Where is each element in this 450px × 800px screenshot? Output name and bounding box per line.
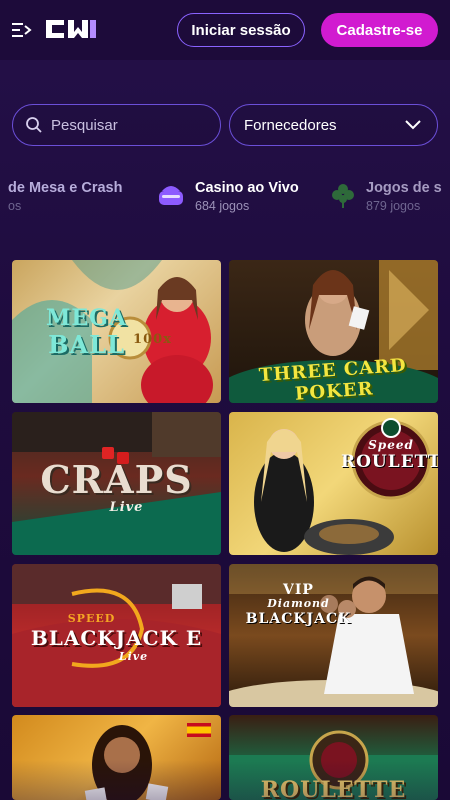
game-tile-mega-ball[interactable]: MEGA BALL 100x (12, 260, 221, 403)
game-badge: 100x (133, 332, 172, 347)
game-tile-three-card-poker[interactable]: THREE CARD POKER (229, 260, 438, 403)
game-artwork (254, 418, 431, 555)
game-tile-roulette[interactable]: ROULETTE (229, 715, 438, 800)
clover-icon (332, 184, 354, 208)
menu-arrow-icon[interactable] (12, 20, 32, 40)
game-title-3: BLACKJACK (245, 611, 352, 627)
game-subtitle: Live (118, 650, 149, 663)
game-title-2: ROULETTE (341, 452, 438, 472)
game-title: VIP (283, 582, 314, 598)
game-tile-speed-roulette[interactable]: Speed ROULETTE (229, 412, 438, 555)
game-title: Speed (368, 438, 414, 452)
spain-flag (187, 723, 211, 737)
chevron-down-icon (405, 120, 421, 130)
game-title: MEGA (46, 305, 127, 331)
game-title-2: BLACKJACK E (30, 626, 203, 650)
providers-label: Fornecedores (244, 116, 337, 134)
category-count: os (8, 198, 22, 213)
signup-button[interactable]: Cadastre-se (321, 13, 438, 47)
providers-dropdown[interactable]: Fornecedores (229, 104, 438, 146)
game-title-2: Diamond (267, 597, 330, 610)
category-count: 684 jogos (195, 198, 250, 213)
game-subtitle: Live (109, 500, 144, 515)
cw-logo[interactable] (44, 18, 98, 40)
category-carousel[interactable]: de Mesa e Crash os Casino ao Vivo 684 jo… (0, 172, 450, 220)
category-name: de Mesa e Crash (8, 179, 123, 196)
game-tile-speed-blackjack-e[interactable]: SPEED BLACKJACK E Live (12, 564, 221, 707)
category-name: Casino ao Vivo (195, 179, 299, 196)
game-title: CRAPS (40, 457, 193, 502)
category-slots[interactable]: Jogos de s 879 jogos (332, 172, 442, 220)
live-casino-icon (159, 186, 183, 205)
game-title: ROULETTE (260, 777, 407, 800)
search-input[interactable]: Pesquisar (12, 104, 221, 146)
game-tile-vip-diamond-blackjack[interactable]: VIP Diamond BLACKJACK (229, 564, 438, 707)
game-title: SPEED (67, 612, 116, 625)
category-live-casino[interactable]: Casino ao Vivo 684 jogos (157, 172, 299, 220)
search-icon (26, 117, 42, 133)
top-bar: Iniciar sessão Cadastre-se (0, 0, 450, 60)
category-count: 879 jogos (366, 198, 421, 213)
search-placeholder: Pesquisar (51, 116, 118, 134)
login-button[interactable]: Iniciar sessão (177, 13, 305, 47)
game-tile-craps[interactable]: CRAPS Live (12, 412, 221, 555)
game-tile-spanish-dealer[interactable] (12, 715, 221, 800)
category-table-crash[interactable]: de Mesa e Crash os (8, 172, 122, 220)
category-name: Jogos de s (366, 179, 442, 196)
